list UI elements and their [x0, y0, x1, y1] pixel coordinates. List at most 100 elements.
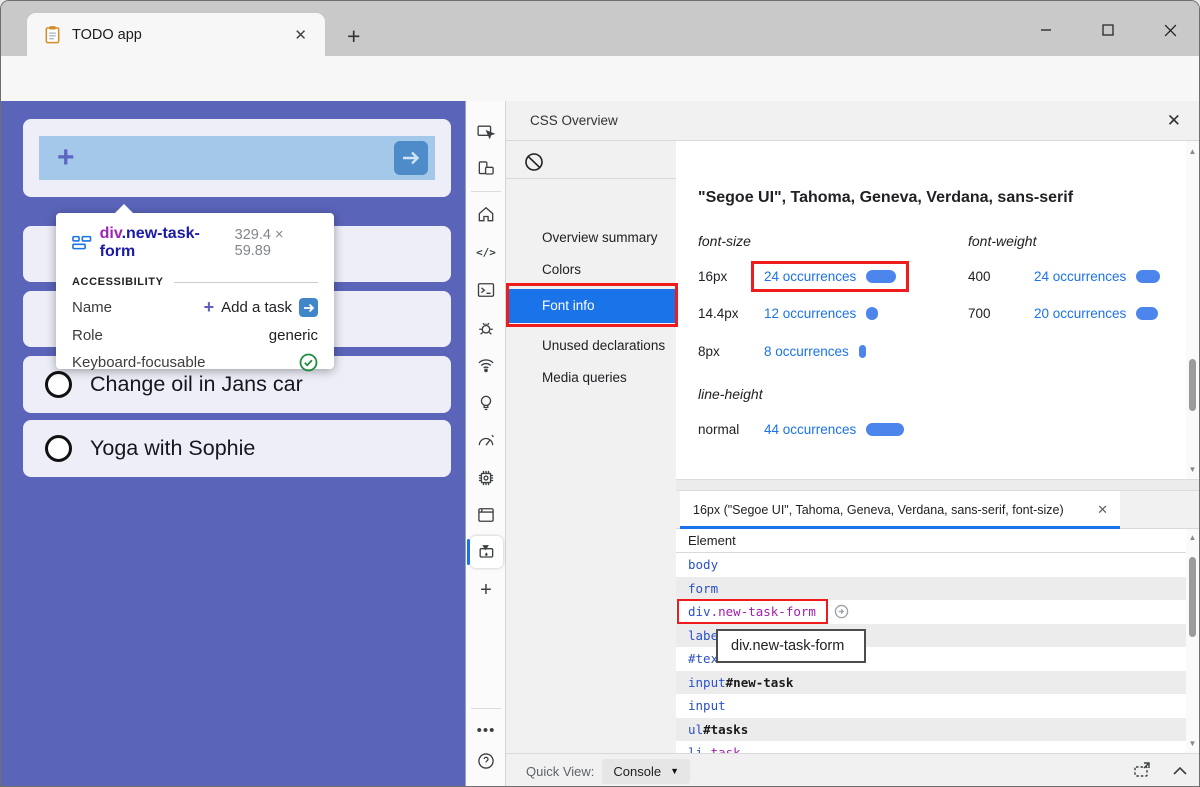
devtools-panel: CSS Overview ✕ Overview summaryColorsFon… — [506, 101, 1200, 787]
element-selector-part[interactable]: li — [688, 745, 703, 753]
annotation-red-box: div.new-task-form — [677, 599, 828, 624]
name-value: Add a task — [221, 299, 292, 316]
element-selector-part[interactable]: div — [688, 604, 711, 619]
add-tools-icon[interactable]: + — [466, 573, 506, 607]
task-label: Yoga with Sophie — [90, 436, 255, 461]
tab-close-icon[interactable]: ✕ — [288, 24, 313, 46]
debug-icon[interactable] — [466, 311, 506, 345]
element-selector-part[interactable]: .task — [703, 745, 741, 753]
element-selector-part[interactable]: ul — [688, 722, 703, 737]
occurrence-bar — [1136, 307, 1158, 320]
console-icon[interactable] — [466, 273, 506, 307]
stat-row: 14.4px12 occurrences — [698, 303, 878, 323]
plus-icon: + — [204, 297, 215, 318]
occurrence-bar — [1136, 270, 1160, 283]
sidebar-item-font-info[interactable]: Font info — [506, 289, 676, 323]
element-table-header: Element — [676, 529, 1200, 553]
filter-chip-close-icon[interactable]: ✕ — [1097, 502, 1108, 518]
inspect-tooltip: div.new-task-form 329.4 × 59.89 ACCESSIB… — [56, 213, 334, 369]
inspect-icon[interactable] — [466, 115, 506, 149]
element-table-row[interactable]: li.task — [676, 741, 1200, 753]
window-close-button[interactable] — [1147, 15, 1193, 45]
title-bar: TODO app ✕ + — [1, 1, 1199, 56]
element-table-row[interactable]: form — [676, 577, 1200, 601]
css-overview-sidebar: Overview summaryColors Font info Unused de… — [506, 141, 676, 753]
element-table-row[interactable]: ul#tasks — [676, 718, 1200, 742]
element-table-row[interactable]: body — [676, 553, 1200, 577]
devtools-close-icon[interactable]: ✕ — [1167, 111, 1181, 131]
clear-overview-icon[interactable] — [521, 149, 547, 175]
element-selector-part[interactable]: form — [688, 581, 718, 596]
new-tab-button[interactable]: + — [339, 21, 368, 52]
stat-row: 8px8 occurrences — [698, 341, 866, 361]
help-icon[interactable] — [466, 744, 506, 778]
element-selector-part[interactable]: input — [688, 675, 726, 690]
divider — [676, 479, 1200, 491]
stat-group-label: font-weight — [968, 233, 1036, 249]
occurrences-link[interactable]: 24 occurrences — [1034, 269, 1126, 284]
sidebar-item-unused-declarations[interactable]: Unused declarations — [506, 331, 676, 361]
scroll-up-icon[interactable]: ▲ — [1186, 531, 1199, 544]
keyboard-focusable-label: Keyboard-focusable — [72, 354, 205, 371]
task-checkbox[interactable] — [45, 435, 72, 462]
sidebar-item-media-queries[interactable]: Media queries — [506, 363, 676, 393]
memory-icon[interactable] — [466, 461, 506, 495]
add-task-submit-button[interactable] — [394, 141, 428, 175]
scroll-up-icon[interactable]: ▲ — [1186, 145, 1199, 158]
elements-icon[interactable]: </> — [466, 235, 506, 269]
stat-group-label: line-height — [698, 386, 763, 402]
task-checkbox[interactable] — [45, 371, 72, 398]
new-task-input-highlight[interactable]: + — [39, 136, 435, 180]
device-emulation-icon[interactable] — [466, 152, 506, 186]
browser-toolbar: https://microsoftedge.github.io/Demos/de… — [1, 56, 1199, 101]
stat-value: 14.4px — [698, 306, 764, 321]
stat-value: 8px — [698, 344, 764, 359]
new-task-form-card: + — [23, 119, 451, 197]
network-icon[interactable] — [466, 348, 506, 382]
occurrences-link[interactable]: 44 occurrences — [764, 422, 856, 437]
divider — [471, 708, 501, 709]
sidebar-item-colors[interactable]: Colors — [506, 255, 676, 285]
occurrences-link[interactable]: 24 occurrences — [764, 269, 856, 284]
occurrences-link[interactable]: 8 occurrences — [764, 344, 849, 359]
scrollbar[interactable]: ▲ ▼ — [1186, 141, 1199, 479]
element-table-row[interactable]: input — [676, 694, 1200, 718]
home-icon[interactable] — [466, 197, 506, 231]
quick-view-bar: Quick View: Console ▼ — [506, 753, 1200, 787]
element-selector-part[interactable]: #new-task — [726, 675, 794, 690]
sidebar-item-overview-summary[interactable]: Overview summary — [506, 223, 676, 253]
window-minimize-button[interactable] — [1023, 15, 1069, 45]
occurrences-link[interactable]: 12 occurrences — [764, 306, 856, 321]
task-card[interactable]: Yoga with Sophie — [23, 420, 451, 477]
chevron-down-icon: ▼ — [670, 766, 679, 776]
tooltip-dimensions: 329.4 × 59.89 — [235, 227, 318, 259]
element-selector-part[interactable]: body — [688, 557, 718, 572]
element-table-row[interactable]: div.new-task-form — [676, 600, 1200, 624]
scroll-down-icon[interactable]: ▼ — [1186, 737, 1199, 750]
quick-view-dropdown[interactable]: Console ▼ — [602, 759, 690, 784]
quick-view-label: Quick View: — [526, 764, 594, 779]
scrollbar[interactable]: ▲ ▼ — [1186, 529, 1199, 753]
css-overview-icon[interactable] — [466, 535, 506, 569]
occurrences-link[interactable]: 20 occurrences — [1034, 306, 1126, 321]
element-table-row[interactable]: input#new-task — [676, 671, 1200, 695]
application-icon[interactable] — [466, 498, 506, 532]
dock-quick-view-icon[interactable] — [1133, 760, 1153, 783]
more-tools-icon[interactable]: ••• — [466, 713, 506, 747]
filter-chip-tab[interactable]: 16px ("Segoe UI", Tahoma, Geneva, Verdan… — [680, 491, 1120, 529]
element-row-tooltip: div.new-task-form — [716, 629, 866, 663]
focusable-check-icon — [299, 353, 318, 372]
element-selector-part[interactable]: input — [688, 698, 726, 713]
issues-icon[interactable] — [466, 386, 506, 420]
occurrence-bar — [866, 423, 904, 436]
scrollbar-thumb[interactable] — [1189, 557, 1196, 637]
scrollbar-thumb[interactable] — [1189, 359, 1196, 411]
scroll-down-icon[interactable]: ▼ — [1186, 463, 1199, 476]
window-maximize-button[interactable] — [1085, 15, 1131, 45]
element-selector-part[interactable]: #tasks — [703, 722, 748, 737]
browser-tab[interactable]: TODO app ✕ — [27, 13, 325, 56]
performance-icon[interactable] — [466, 424, 506, 458]
element-selector-part[interactable]: .new-task-form — [711, 604, 816, 619]
chevron-up-icon[interactable] — [1173, 762, 1187, 780]
scroll-into-view-icon[interactable] — [834, 604, 849, 619]
